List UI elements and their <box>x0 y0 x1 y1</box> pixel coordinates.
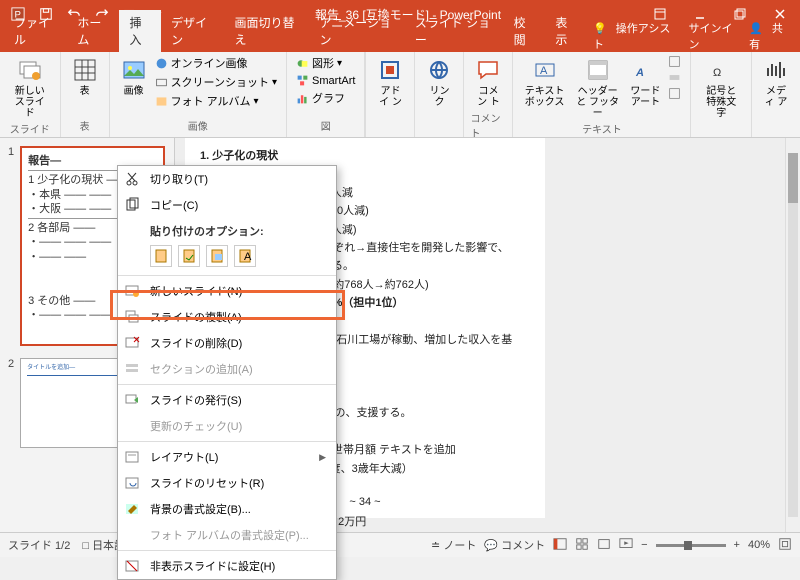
cm-publish-slides[interactable]: スライドの発行(S) <box>118 387 336 413</box>
group-label-slides: スライド <box>10 121 50 138</box>
photo-album-button[interactable]: フォト アルバム▾ <box>152 92 280 110</box>
paste-option-4[interactable]: A <box>234 245 256 267</box>
svg-text:A: A <box>540 65 548 77</box>
view-sorter-icon[interactable] <box>575 537 589 554</box>
wordart-icon: A <box>631 56 659 84</box>
link-icon <box>425 56 453 84</box>
media-button[interactable]: メディ ア <box>758 54 794 110</box>
wordart-button[interactable]: A ワード アート <box>625 54 665 110</box>
links-button[interactable]: リン ク <box>421 54 457 110</box>
text-extra-1[interactable] <box>665 54 684 69</box>
paste-option-3[interactable] <box>206 245 228 267</box>
table-button[interactable]: 表 <box>67 54 103 99</box>
cm-new-slide[interactable]: 新しいスライド(N) <box>118 278 336 304</box>
cm-album-format[interactable]: フォト アルバムの書式設定(P)... <box>118 522 336 548</box>
view-normal-icon[interactable] <box>553 537 567 554</box>
textbox-button[interactable]: A テキスト ボックス <box>519 54 569 110</box>
zoom-level[interactable]: 40% <box>748 539 770 551</box>
thumb-number: 2 <box>8 358 14 448</box>
addins-icon <box>376 56 404 84</box>
symbols-icon: Ω <box>707 56 735 84</box>
addins-button[interactable]: アドイ ン <box>372 54 408 110</box>
cm-reset-slide[interactable]: スライドのリセット(R) <box>118 470 336 496</box>
cm-check-updates[interactable]: 更新のチェック(U) <box>118 413 336 439</box>
cm-paste-header: 貼り付けのオプション: <box>118 218 336 242</box>
cm-format-background[interactable]: 背景の書式設定(B)... <box>118 496 336 522</box>
signin-link[interactable]: サインイン <box>682 20 743 52</box>
cm-delete-slide[interactable]: スライドの削除(D) <box>118 330 336 356</box>
tab-view[interactable]: 表示 <box>545 10 587 52</box>
cm-layout[interactable]: レイアウト(L)▶ <box>118 444 336 470</box>
table-icon <box>71 56 99 84</box>
text-extra-2[interactable] <box>665 70 684 85</box>
zoom-in-button[interactable]: + <box>734 539 740 551</box>
svg-text:A: A <box>635 67 644 79</box>
symbols-button[interactable]: Ω 記号と 特殊文字 <box>697 54 745 121</box>
svg-text:A: A <box>244 251 252 263</box>
smartart-button[interactable]: SmartArt <box>293 73 358 88</box>
cm-copy[interactable]: コピー(C) <box>118 192 336 218</box>
tab-design[interactable]: デザイン <box>161 10 224 52</box>
notes-button[interactable]: ≐ ノート <box>431 537 476 553</box>
svg-text:Ω: Ω <box>713 67 721 79</box>
tab-transitions[interactable]: 画面切り替え <box>224 10 309 52</box>
media-icon <box>762 56 790 84</box>
shapes-button[interactable]: 図形▾ <box>293 54 358 72</box>
picture-icon <box>120 56 148 84</box>
new-slide-icon <box>16 56 44 84</box>
comment-icon <box>474 56 502 84</box>
zoom-out-button[interactable]: − <box>641 539 647 551</box>
view-slideshow-icon[interactable] <box>619 537 633 554</box>
group-label-images: 画像 <box>188 118 208 135</box>
context-menu: 切り取り(T) コピー(C) 貼り付けのオプション: A 新しいスライド(N) … <box>117 165 337 580</box>
thumb-number: 1 <box>8 146 14 346</box>
cm-duplicate-slide[interactable]: スライドの複製(A) <box>118 304 336 330</box>
group-label-illust: 図 <box>321 118 331 135</box>
new-slide-button[interactable]: 新しい スライド <box>6 54 54 121</box>
tab-home[interactable]: ホーム <box>67 10 119 52</box>
tab-slideshow[interactable]: スライド ショー <box>405 10 504 52</box>
paste-option-2[interactable] <box>178 245 200 267</box>
vertical-scrollbar[interactable] <box>785 138 800 532</box>
paste-option-1[interactable] <box>150 245 172 267</box>
tab-insert[interactable]: 挿入 <box>119 10 161 52</box>
slide-counter[interactable]: スライド 1/2 <box>8 537 70 553</box>
cm-cut[interactable]: 切り取り(T) <box>118 166 336 192</box>
chart-button[interactable]: グラフ <box>293 89 358 107</box>
picture-button[interactable]: 画像 <box>116 54 152 99</box>
tab-review[interactable]: 校閲 <box>504 10 546 52</box>
text-extra-3[interactable] <box>665 86 684 101</box>
zoom-slider[interactable] <box>656 544 726 547</box>
view-reading-icon[interactable] <box>597 537 611 554</box>
screenshot-button[interactable]: スクリーンショット▾ <box>152 73 280 91</box>
cm-add-section[interactable]: セクションの追加(A) <box>118 356 336 382</box>
comments-button[interactable]: 💬 コメント <box>484 537 545 553</box>
comment-button[interactable]: コメン ト <box>470 54 506 110</box>
fit-to-window-icon[interactable] <box>778 537 792 554</box>
group-label-tables: 表 <box>80 118 90 135</box>
tab-animations[interactable]: アニメーション <box>309 10 404 52</box>
tab-file[interactable]: ファイル <box>4 10 67 52</box>
online-picture-button[interactable]: オンライン画像 <box>152 54 280 72</box>
header-footer-button[interactable]: ヘッダーと フッター <box>570 54 626 121</box>
textbox-icon: A <box>531 56 559 84</box>
tell-me[interactable]: 💡 操作アシスト <box>587 20 682 52</box>
header-footer-icon <box>584 56 612 84</box>
share-button[interactable]: 👤 共有 <box>743 20 800 52</box>
group-label-text: テキスト <box>582 121 622 138</box>
